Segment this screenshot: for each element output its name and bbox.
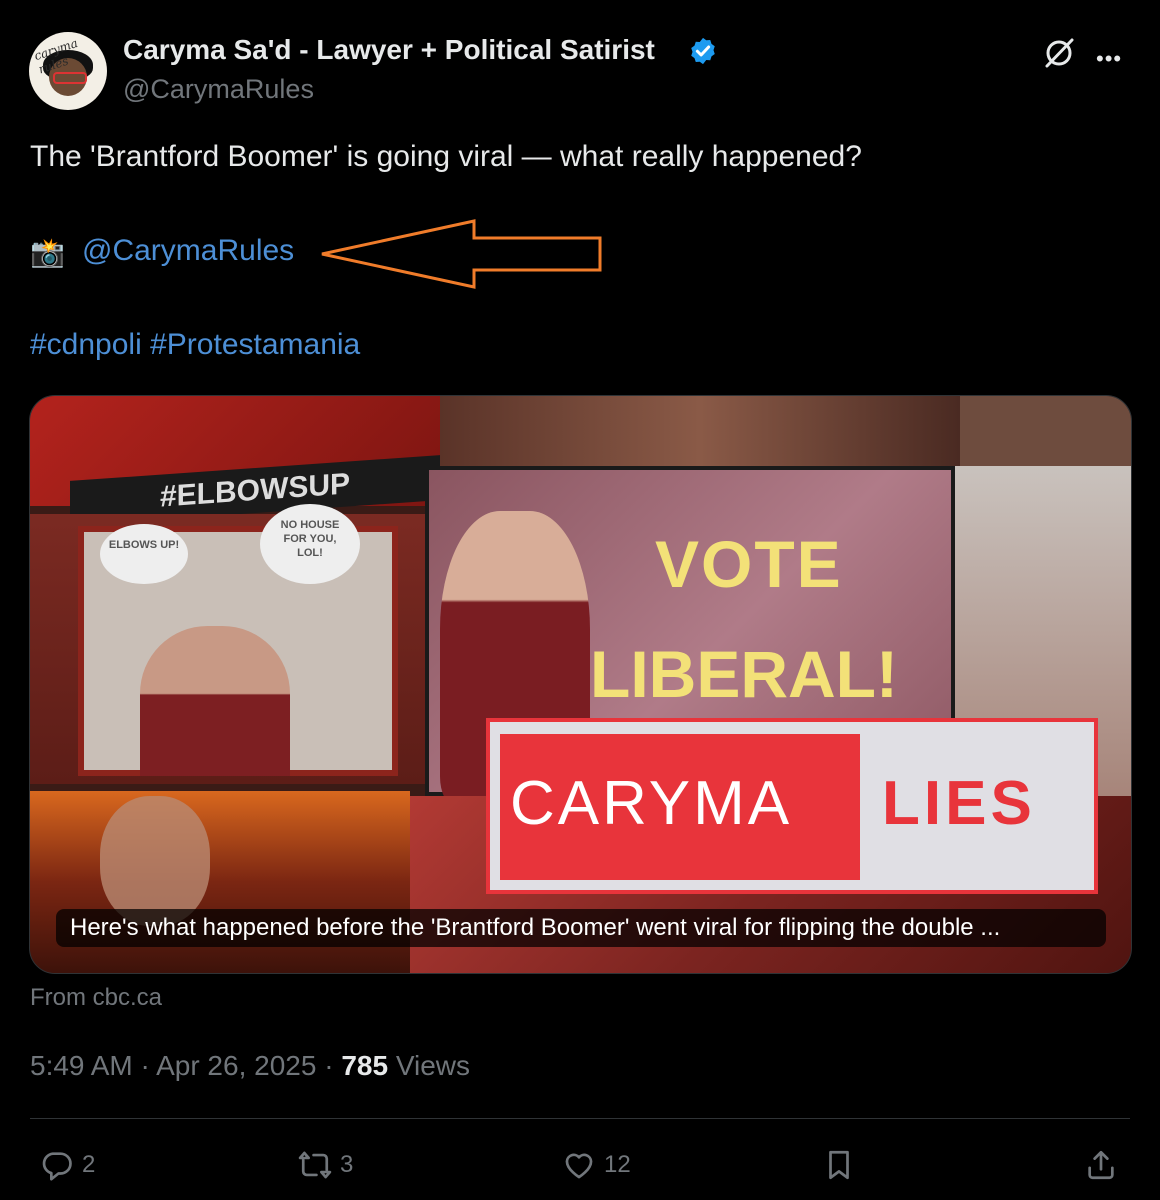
meta-separator-1: · xyxy=(140,1050,150,1081)
reply-count: 2 xyxy=(82,1151,96,1178)
like-count: 12 xyxy=(604,1151,631,1178)
tweet-text: The 'Brantford Boomer' is going viral — … xyxy=(30,140,862,173)
hashtag-protestamania[interactable]: #Protestamania xyxy=(150,328,360,361)
mention-link[interactable]: @CarymaRules xyxy=(82,234,294,268)
collage-panel-top-crowd xyxy=(440,396,960,466)
speech-bubble-1-text: ELBOWS UP! xyxy=(108,539,180,551)
caryma-lies-logo: CARYMA LIES xyxy=(486,718,1098,894)
tweet-time[interactable]: 5:49 AM xyxy=(30,1050,133,1081)
bookmark-button[interactable] xyxy=(822,1148,856,1182)
tweet-date[interactable]: Apr 26, 2025 xyxy=(156,1050,316,1081)
avatar-glasses xyxy=(53,72,87,84)
views-label: Views xyxy=(395,1050,470,1081)
share-icon xyxy=(1088,1150,1114,1180)
grok-icon[interactable] xyxy=(1042,36,1076,70)
camera-flash-icon: 📸 xyxy=(30,237,65,268)
bookmark-icon xyxy=(829,1150,849,1180)
annotation-arrow-icon xyxy=(321,219,602,289)
reply-button[interactable]: 2 xyxy=(40,1148,95,1182)
speech-bubble-2-text: NO HOUSE FOR YOU, LOL! xyxy=(280,519,340,559)
liberal-text: LIBERAL! xyxy=(590,637,898,711)
avatar[interactable]: caryma rules xyxy=(29,32,107,110)
meta-separator-2: · xyxy=(324,1050,334,1081)
vote-text: VOTE xyxy=(655,527,843,601)
card-source[interactable]: From cbc.ca xyxy=(30,984,162,1012)
hashtag-cdnpoli[interactable]: #cdnpoli xyxy=(30,328,142,361)
link-preview-card[interactable]: #ELBOWSUP ELBOWS UP! NO HOUSE FOR YOU, L… xyxy=(29,395,1132,974)
logo-left-text: CARYMA xyxy=(510,769,793,838)
heart-icon xyxy=(565,1153,593,1179)
speech-bubble-2: NO HOUSE FOR YOU, LOL! xyxy=(260,504,360,584)
logo-right-text: LIES xyxy=(882,769,1036,838)
hashtags: #cdnpoli #Protestamania xyxy=(30,328,360,362)
card-caption[interactable]: Here's what happened before the 'Brantfo… xyxy=(56,909,1106,947)
divider xyxy=(30,1118,1130,1119)
share-button[interactable] xyxy=(1084,1148,1118,1182)
repost-icon xyxy=(298,1151,332,1179)
speech-bubble-1: ELBOWS UP! xyxy=(100,524,188,584)
collage-person-left xyxy=(140,626,290,776)
collage-person-bottom-left xyxy=(100,796,210,926)
more-options-icon[interactable]: ••• xyxy=(1096,46,1122,72)
author-handle[interactable]: @CarymaRules xyxy=(123,74,314,105)
repost-count: 3 xyxy=(340,1151,354,1178)
author-name[interactable]: Caryma Sa'd - Lawyer + Political Satiris… xyxy=(123,34,655,66)
like-button[interactable]: 12 xyxy=(562,1148,631,1182)
tweet-meta: 5:49 AM · Apr 26, 2025 · 785 Views xyxy=(30,1050,470,1082)
repost-button[interactable]: 3 xyxy=(298,1148,353,1182)
views-count: 785 xyxy=(341,1050,389,1081)
verified-badge-icon xyxy=(691,37,715,65)
reply-icon xyxy=(42,1152,72,1181)
